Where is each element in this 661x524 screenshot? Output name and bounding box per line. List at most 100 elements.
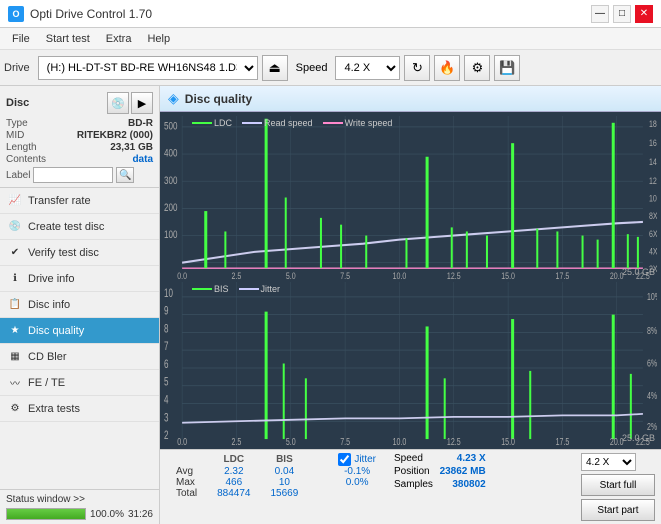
drive-info-icon: ℹ [8,272,22,286]
svg-text:6: 6 [164,359,169,372]
svg-text:8X: 8X [649,210,657,221]
svg-text:100: 100 [164,229,177,242]
sidebar-item-drive-info[interactable]: ℹ Drive info [0,266,159,292]
top-chart-x-max: 25.0 GB [622,267,655,277]
svg-text:15.0: 15.0 [501,270,515,279]
disc-quality-icon: ★ [8,324,22,338]
disc-icon-btn-2[interactable]: ▶ [131,92,153,114]
svg-text:2.5: 2.5 [232,436,242,445]
legend-jitter: Jitter [239,284,281,294]
jitter-checkbox-row: Jitter [338,453,376,466]
speed-label: Speed [394,453,423,464]
disc-panel: Disc 💿 ▶ Type BD-R MID RITEKBR2 (000) Le… [0,86,159,188]
sidebar-item-verify-test-disc[interactable]: ✔ Verify test disc [0,240,159,266]
svg-text:12X: 12X [649,175,657,186]
total-ldc-value: 884474 [207,488,260,499]
disc-type-row: Type BD-R [6,118,153,129]
label-input[interactable] [33,167,113,183]
save-button[interactable]: 💾 [494,55,520,81]
disc-icon-btn-1[interactable]: 💿 [107,92,129,114]
bottom-chart: BIS Jitter 10 9 8 7 6 5 4 [164,282,657,445]
jitter-checkbox[interactable] [338,453,351,466]
start-part-button[interactable]: Start part [581,499,655,521]
sidebar-item-label-extra-tests: Extra tests [28,403,80,415]
legend-jitter-label: Jitter [261,284,281,294]
charts-area: LDC Read speed Write speed 500 [160,112,661,449]
speed-select-toolbar[interactable]: 4.2 X [335,56,400,80]
toolbar: Drive (H:) HL-DT-ST BD-RE WH16NS48 1.D3 … [0,50,661,86]
position-label: Position [394,466,430,477]
svg-text:3: 3 [164,412,169,425]
label-label: Label [6,170,30,181]
close-button[interactable]: ✕ [635,5,653,23]
svg-text:0.0: 0.0 [177,436,187,445]
settings-button[interactable]: ⚙ [464,55,490,81]
status-bar: Status window >> 100.0% 31:26 [0,489,159,524]
svg-text:6%: 6% [647,357,657,369]
legend-write-speed-label: Write speed [345,118,393,128]
svg-text:400: 400 [164,148,177,161]
sidebar-item-create-test-disc[interactable]: 💿 Create test disc [0,214,159,240]
avg-jitter-value: -0.1% [328,466,386,477]
svg-text:4X: 4X [649,245,657,256]
svg-text:500: 500 [164,120,177,133]
svg-text:14X: 14X [649,156,657,167]
stats-table: LDC BIS Jitter Avg 2.32 0.04 [166,453,386,499]
legend-bis: BIS [192,284,229,294]
svg-text:0.0: 0.0 [177,270,187,279]
drive-select[interactable]: (H:) HL-DT-ST BD-RE WH16NS48 1.D3 [38,56,258,80]
svg-text:7: 7 [164,341,169,354]
disc-header: Disc 💿 ▶ [6,92,153,114]
sidebar-item-fe-te[interactable]: 〰 FE / TE [0,370,159,396]
menu-file[interactable]: File [4,31,38,47]
svg-text:5: 5 [164,376,169,389]
sidebar-item-disc-quality[interactable]: ★ Disc quality [0,318,159,344]
svg-text:10%: 10% [647,290,657,302]
sidebar-item-cd-bler[interactable]: ▦ CD Bler [0,344,159,370]
svg-text:5.0: 5.0 [286,436,296,445]
progress-time: 31:26 [128,509,153,520]
samples-value: 380802 [452,479,485,490]
svg-text:7.5: 7.5 [340,270,350,279]
top-chart: LDC Read speed Write speed 500 [164,116,657,279]
app-title: Opti Drive Control 1.70 [30,7,152,21]
eject-button[interactable]: ⏏ [262,55,288,81]
sidebar-item-extra-tests[interactable]: ⚙ Extra tests [0,396,159,422]
status-window-btn[interactable]: Status window >> [6,494,153,505]
svg-text:4: 4 [164,394,169,407]
legend-read-speed-label: Read speed [264,118,313,128]
speed-select-stats[interactable]: 4.2 X [581,453,636,471]
sidebar-item-label-transfer-rate: Transfer rate [28,195,91,207]
svg-text:7.5: 7.5 [340,436,350,445]
menu-bar: File Start test Extra Help [0,28,661,50]
legend-bis-label: BIS [214,284,229,294]
refresh-button[interactable]: ↻ [404,55,430,81]
svg-text:12.5: 12.5 [447,270,461,279]
menu-start-test[interactable]: Start test [38,31,98,47]
progress-bar-container [6,508,86,520]
create-test-disc-icon: 💿 [8,220,22,234]
max-label: Max [166,477,207,488]
mid-label: MID [6,130,24,141]
sidebar-item-transfer-rate[interactable]: 📈 Transfer rate [0,188,159,214]
menu-help[interactable]: Help [139,31,178,47]
label-action-btn[interactable]: 🔍 [116,167,134,183]
disc-title: Disc [6,97,29,109]
contents-label: Contents [6,154,46,165]
svg-text:5.0: 5.0 [286,270,296,279]
position-row: Position 23862 MB [394,466,486,477]
progress-percent: 100.0% [90,509,124,520]
transfer-rate-icon: 📈 [8,194,22,208]
sidebar-item-label-drive-info: Drive info [28,273,74,285]
app-icon: O [8,6,24,22]
burn-button[interactable]: 🔥 [434,55,460,81]
avg-ldc-value: 2.32 [207,466,260,477]
sidebar-item-disc-info[interactable]: 📋 Disc info [0,292,159,318]
length-label: Length [6,142,37,153]
menu-extra[interactable]: Extra [98,31,140,47]
maximize-button[interactable]: □ [613,5,631,23]
speed-label: Speed [296,62,328,74]
speed-value: 4.23 X [457,453,486,464]
minimize-button[interactable]: — [591,5,609,23]
start-full-button[interactable]: Start full [581,474,655,496]
